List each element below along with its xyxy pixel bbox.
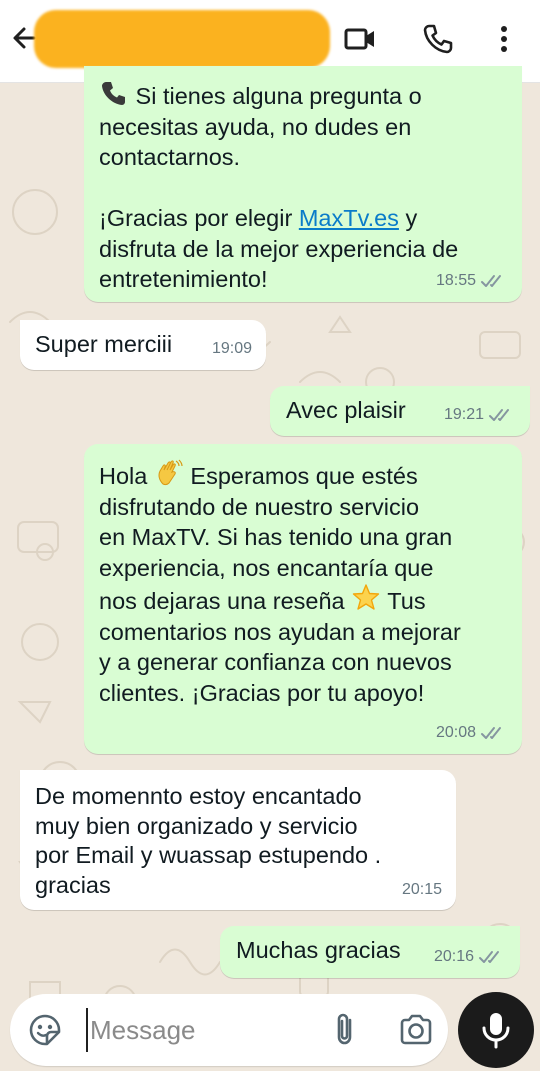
- attach-icon[interactable]: [326, 1010, 366, 1050]
- text-cursor: [86, 1008, 88, 1052]
- voice-message-button[interactable]: [458, 992, 534, 1068]
- double-check-icon: [481, 726, 501, 739]
- message-meta: 19:09: [212, 334, 252, 365]
- message-text: De momennto estoy encantado muy bien org…: [35, 783, 382, 898]
- message-incoming[interactable]: Super merciii 19:09: [20, 320, 266, 370]
- video-call-icon[interactable]: [342, 21, 378, 57]
- message-time: 18:55: [435, 271, 476, 289]
- double-check-icon: [489, 408, 509, 421]
- message-time: 19:21: [443, 405, 484, 423]
- camera-icon[interactable]: [396, 1010, 436, 1050]
- waving-hand-emoji: [158, 459, 183, 486]
- message-outgoing[interactable]: Hola Esperamos que estés disfrutando de …: [84, 444, 522, 754]
- message-outgoing[interactable]: Avec plaisir 19:21: [270, 386, 530, 436]
- double-check-icon: [479, 950, 499, 963]
- message-meta: 20:16: [434, 942, 506, 973]
- double-check-icon: [481, 274, 501, 287]
- message-outgoing[interactable]: Si tienes alguna pregunta o necesitas ay…: [84, 66, 522, 302]
- contact-name-redacted[interactable]: [34, 10, 330, 68]
- more-vert-icon[interactable]: [486, 21, 522, 57]
- message-input[interactable]: [90, 1008, 320, 1052]
- message-time: 19:09: [211, 339, 252, 357]
- message-time: 20:08: [435, 723, 476, 741]
- message-incoming[interactable]: De momennto estoy encantado muy bien org…: [20, 770, 456, 910]
- message-time: 20:16: [433, 947, 474, 965]
- message-time: 20:15: [401, 880, 442, 898]
- glowing-star-emoji: [352, 584, 380, 610]
- message-text: Super merciii: [35, 331, 173, 357]
- message-text: Muchas gracias: [236, 937, 401, 963]
- sticker-icon[interactable]: [27, 1012, 63, 1048]
- message-outgoing[interactable]: Muchas gracias 20:16: [220, 926, 520, 978]
- mic-icon: [482, 1013, 510, 1049]
- voice-call-icon[interactable]: [420, 21, 456, 57]
- message-meta: 19:21: [444, 400, 516, 431]
- message-text: Hola Esperamos que estés disfrutando de …: [99, 458, 508, 708]
- message-composer: [10, 994, 448, 1066]
- message-text: Avec plaisir: [286, 397, 406, 423]
- message-meta: 18:55: [436, 266, 508, 297]
- telephone-receiver-emoji: [102, 82, 125, 105]
- maxtv-link[interactable]: MaxTv.es: [299, 205, 399, 231]
- message-meta: 20:08: [436, 718, 508, 749]
- message-meta: 20:15: [402, 875, 442, 905]
- message-text: Si tienes alguna pregunta o necesitas ay…: [99, 78, 508, 295]
